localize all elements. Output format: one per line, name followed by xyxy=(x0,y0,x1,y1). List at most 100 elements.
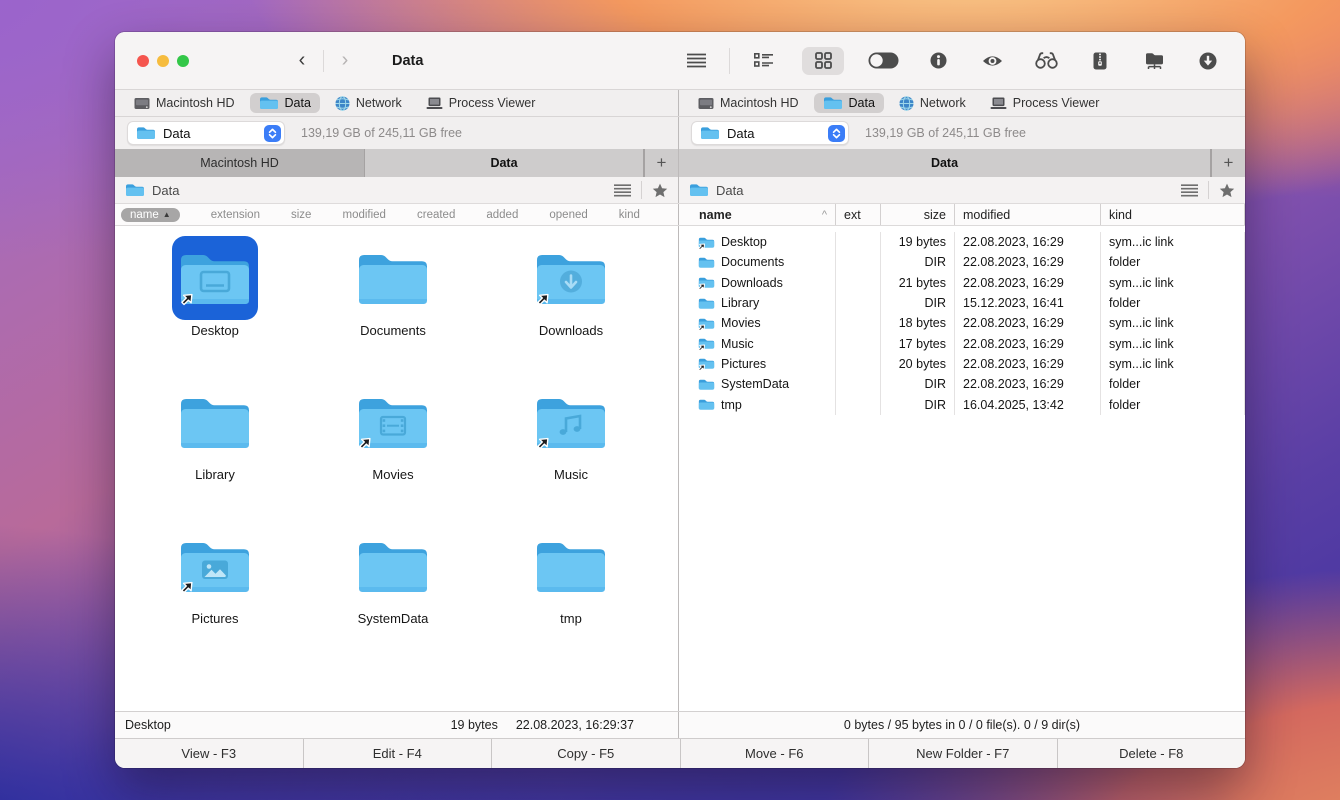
sort-column-opened[interactable]: opened xyxy=(549,209,587,221)
folder-icon xyxy=(355,248,431,308)
column-header-size[interactable]: size xyxy=(881,204,955,225)
view-header-data[interactable]: Data xyxy=(365,149,644,177)
file-tile-movies[interactable]: Movies xyxy=(304,380,482,524)
file-tile-downloads[interactable]: Downloads xyxy=(482,236,660,380)
tab-data[interactable]: Data xyxy=(250,93,320,113)
left-breadcrumb[interactable]: Data xyxy=(152,183,607,198)
right-breadcrumb[interactable]: Data xyxy=(716,183,1174,198)
list-menu-icon[interactable] xyxy=(1181,184,1198,197)
view-f3-button[interactable]: View - F3 xyxy=(115,739,303,768)
status-summary: 0 bytes / 95 bytes in 0 / 0 file(s). 0 /… xyxy=(844,718,1080,732)
zoom-window-button[interactable] xyxy=(177,55,189,67)
view-header-data[interactable]: Data xyxy=(679,149,1211,177)
add-tab-button[interactable]: + xyxy=(1211,149,1245,177)
sort-column-added[interactable]: added xyxy=(486,209,518,221)
tab-macintosh-hd[interactable]: Macintosh HD xyxy=(689,93,808,113)
full-view-icon[interactable] xyxy=(681,47,711,75)
symlink-arrow-icon xyxy=(533,289,551,307)
left-path-select[interactable]: Data xyxy=(127,121,285,145)
file-tile-documents[interactable]: Documents xyxy=(304,236,482,380)
search-binoculars-icon[interactable] xyxy=(1031,47,1061,75)
favorites-star-icon[interactable] xyxy=(1219,183,1235,198)
minimize-window-button[interactable] xyxy=(157,55,169,67)
table-row-documents[interactable]: Documents DIR 22.08.2023, 16:29 folder xyxy=(691,252,1245,272)
back-button[interactable]: ‹ xyxy=(285,48,319,74)
right-path-select[interactable]: Data xyxy=(691,121,849,145)
network-share-icon[interactable] xyxy=(1139,47,1169,75)
sort-column-created[interactable]: created xyxy=(417,209,455,221)
move-f6-button[interactable]: Move - F6 xyxy=(680,739,869,768)
sort-column-size[interactable]: size xyxy=(291,209,311,221)
left-free-space: 139,19 GB of 245,11 GB free xyxy=(301,126,462,140)
status-selected-name: Desktop xyxy=(125,718,171,732)
view-header-macintosh-hd[interactable]: Macintosh HD xyxy=(115,149,365,177)
tab-data[interactable]: Data xyxy=(814,93,884,113)
hard-drive-icon xyxy=(698,97,714,110)
table-row-music[interactable]: Music 17 bytes 22.08.2023, 16:29 sym...i… xyxy=(691,333,1245,353)
column-header-ext[interactable]: ext xyxy=(836,204,881,225)
sort-column-modified[interactable]: modified xyxy=(342,209,385,221)
left-tab-strip: Macintosh HD Data Network Process Viewer xyxy=(115,90,678,116)
table-row-tmp[interactable]: tmp DIR 16.04.2025, 13:42 folder xyxy=(691,394,1245,414)
folder-icon xyxy=(698,297,715,310)
sort-column-extension[interactable]: extension xyxy=(211,209,260,221)
new-folder-f7-button[interactable]: New Folder - F7 xyxy=(868,739,1057,768)
table-row-desktop[interactable]: Desktop 19 bytes 22.08.2023, 16:29 sym..… xyxy=(691,232,1245,252)
file-tile-systemdata[interactable]: SystemData xyxy=(304,524,482,668)
list-menu-icon[interactable] xyxy=(614,184,631,197)
column-header-kind[interactable]: kind xyxy=(1101,204,1245,225)
globe-icon xyxy=(899,96,914,111)
table-row-library[interactable]: Library DIR 15.12.2023, 16:41 folder xyxy=(691,293,1245,313)
left-status-bar: Desktop 19 bytes 22.08.2023, 16:29:37 xyxy=(115,712,678,738)
file-tile-desktop[interactable]: Desktop xyxy=(126,236,304,380)
download-icon[interactable] xyxy=(1193,47,1223,75)
column-header-modified[interactable]: modified xyxy=(955,204,1101,225)
symlink-arrow-icon xyxy=(696,322,706,332)
folder-icon xyxy=(689,183,709,197)
folder-icon xyxy=(177,392,253,452)
symlink-arrow-icon xyxy=(177,289,195,307)
table-row-systemdata[interactable]: SystemData DIR 22.08.2023, 16:29 folder xyxy=(691,374,1245,394)
icon-view-icon[interactable] xyxy=(802,47,844,75)
forward-button[interactable]: › xyxy=(328,48,362,74)
tab-network[interactable]: Network xyxy=(326,93,411,114)
toolbar-separator xyxy=(729,48,730,74)
column-header-name[interactable]: name^ xyxy=(691,204,836,225)
file-tile-tmp[interactable]: tmp xyxy=(482,524,660,668)
crumb-separator xyxy=(641,181,642,199)
file-tile-music[interactable]: Music xyxy=(482,380,660,524)
folder-icon xyxy=(698,378,715,391)
delete-f8-button[interactable]: Delete - F8 xyxy=(1057,739,1246,768)
tab-process-viewer[interactable]: Process Viewer xyxy=(981,93,1109,113)
archive-icon[interactable] xyxy=(1085,47,1115,75)
file-tile-pictures[interactable]: Pictures xyxy=(126,524,304,668)
status-selected-size: 19 bytes xyxy=(451,718,498,732)
popup-stepper-icon xyxy=(264,125,281,142)
right-free-space: 139,19 GB of 245,11 GB free xyxy=(865,126,1026,140)
table-row-downloads[interactable]: Downloads 21 bytes 22.08.2023, 16:29 sym… xyxy=(691,273,1245,293)
table-row-movies[interactable]: Movies 18 bytes 22.08.2023, 16:29 sym...… xyxy=(691,313,1245,333)
add-tab-button[interactable]: + xyxy=(644,149,678,177)
selected-icon-box xyxy=(172,236,258,320)
brief-view-icon[interactable] xyxy=(748,47,778,75)
folder-icon xyxy=(700,126,720,140)
titlebar: ‹ › Data xyxy=(115,32,1245,90)
symlink-arrow-icon xyxy=(177,577,195,595)
close-window-button[interactable] xyxy=(137,55,149,67)
right-tab-strip: Macintosh HD Data Network Process Viewer xyxy=(679,90,1245,116)
table-row-pictures[interactable]: Pictures 20 bytes 22.08.2023, 16:29 sym.… xyxy=(691,354,1245,374)
copy-f5-button[interactable]: Copy - F5 xyxy=(491,739,680,768)
crumb-separator xyxy=(1208,181,1209,199)
show-hidden-eye-icon[interactable] xyxy=(977,47,1007,75)
tab-macintosh-hd[interactable]: Macintosh HD xyxy=(125,93,244,113)
folder-icon xyxy=(823,96,843,110)
sort-column-kind[interactable]: kind xyxy=(619,209,640,221)
sort-column-name[interactable]: name▲ xyxy=(121,208,180,222)
file-tile-library[interactable]: Library xyxy=(126,380,304,524)
dual-pane-toggle-icon[interactable] xyxy=(868,47,899,75)
edit-f4-button[interactable]: Edit - F4 xyxy=(303,739,492,768)
favorites-star-icon[interactable] xyxy=(652,183,668,198)
tab-process-viewer[interactable]: Process Viewer xyxy=(417,93,545,113)
info-icon[interactable] xyxy=(923,47,953,75)
tab-network[interactable]: Network xyxy=(890,93,975,114)
